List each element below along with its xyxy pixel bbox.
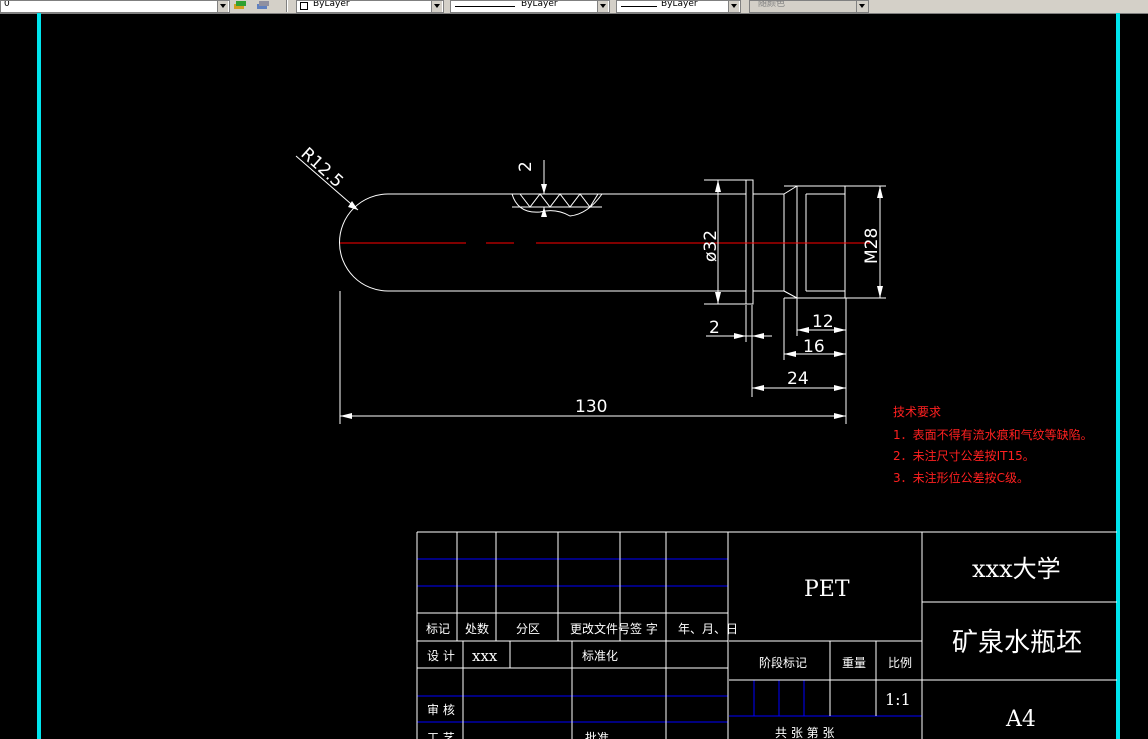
design-name: xxx — [472, 647, 498, 665]
header-signature: 签 字 — [630, 621, 658, 636]
header-count: 处数 — [465, 621, 489, 636]
process-label: 工 艺 — [427, 731, 455, 739]
design-label: 设 计 — [427, 649, 455, 663]
dim-overall: 130 — [575, 397, 607, 417]
tech-item-1: 1．表面不得有流水痕和气纹等缺陷。 — [893, 427, 1093, 442]
sheets-label: 共 张 第 张 — [775, 726, 834, 739]
revision-headers: 标记 处数 分区 更改文件号 签 字 年、月、日 — [426, 621, 738, 636]
dim-12: 12 — [812, 312, 834, 332]
dim-wall: 2 — [516, 161, 536, 172]
tech-item-2: 2．未注尺寸公差按IT15。 — [893, 448, 1035, 463]
dim-thread: M28 — [862, 228, 882, 264]
tech-title: 技术要求 — [893, 405, 941, 419]
header-mark: 标记 — [426, 622, 450, 636]
tech-requirements: 技术要求 1．表面不得有流水痕和气纹等缺陷。 2．未注尺寸公差按IT15。 3．… — [893, 405, 1093, 485]
scale-value: 1:1 — [885, 690, 911, 709]
part-name: 矿泉水瓶坯 — [952, 628, 1082, 658]
header-date: 年、月、日 — [678, 622, 738, 636]
stage-label: 阶段标记 — [759, 655, 807, 670]
preform-outline — [339, 179, 846, 305]
dimension-texts: 130 24 16 12 2 ø32 M28 2 R12.5 — [297, 144, 882, 417]
paper-size: A4 — [1005, 707, 1036, 732]
dim-radius: R12.5 — [297, 144, 347, 192]
dim-16: 16 — [803, 337, 825, 357]
section-hatch — [511, 193, 603, 217]
header-change-doc: 更改文件号 — [570, 621, 630, 636]
dim-diameter: ø32 — [701, 230, 721, 262]
review-label: 审 核 — [427, 702, 455, 717]
school-name: xxx大学 — [972, 555, 1061, 583]
standardize-label: 标准化 — [582, 649, 618, 663]
approve-label: 批准 — [585, 730, 609, 739]
dim-flange-gap: 2 — [709, 318, 720, 338]
dim-24: 24 — [787, 369, 809, 389]
weight-label: 重量 — [842, 656, 866, 670]
material: PET — [804, 577, 850, 602]
title-block: 标记 处数 分区 更改文件号 签 字 年、月、日 设 计 xxx 标准化 审 核… — [416, 531, 1117, 739]
header-zone: 分区 — [516, 622, 540, 636]
scale-label: 比例 — [888, 656, 912, 670]
tech-item-3: 3．未注形位公差按C级。 — [893, 470, 1029, 485]
cad-drawing-area[interactable]: 130 24 16 12 2 ø32 M28 2 R12.5 技术要求 1．表面… — [0, 0, 1148, 739]
